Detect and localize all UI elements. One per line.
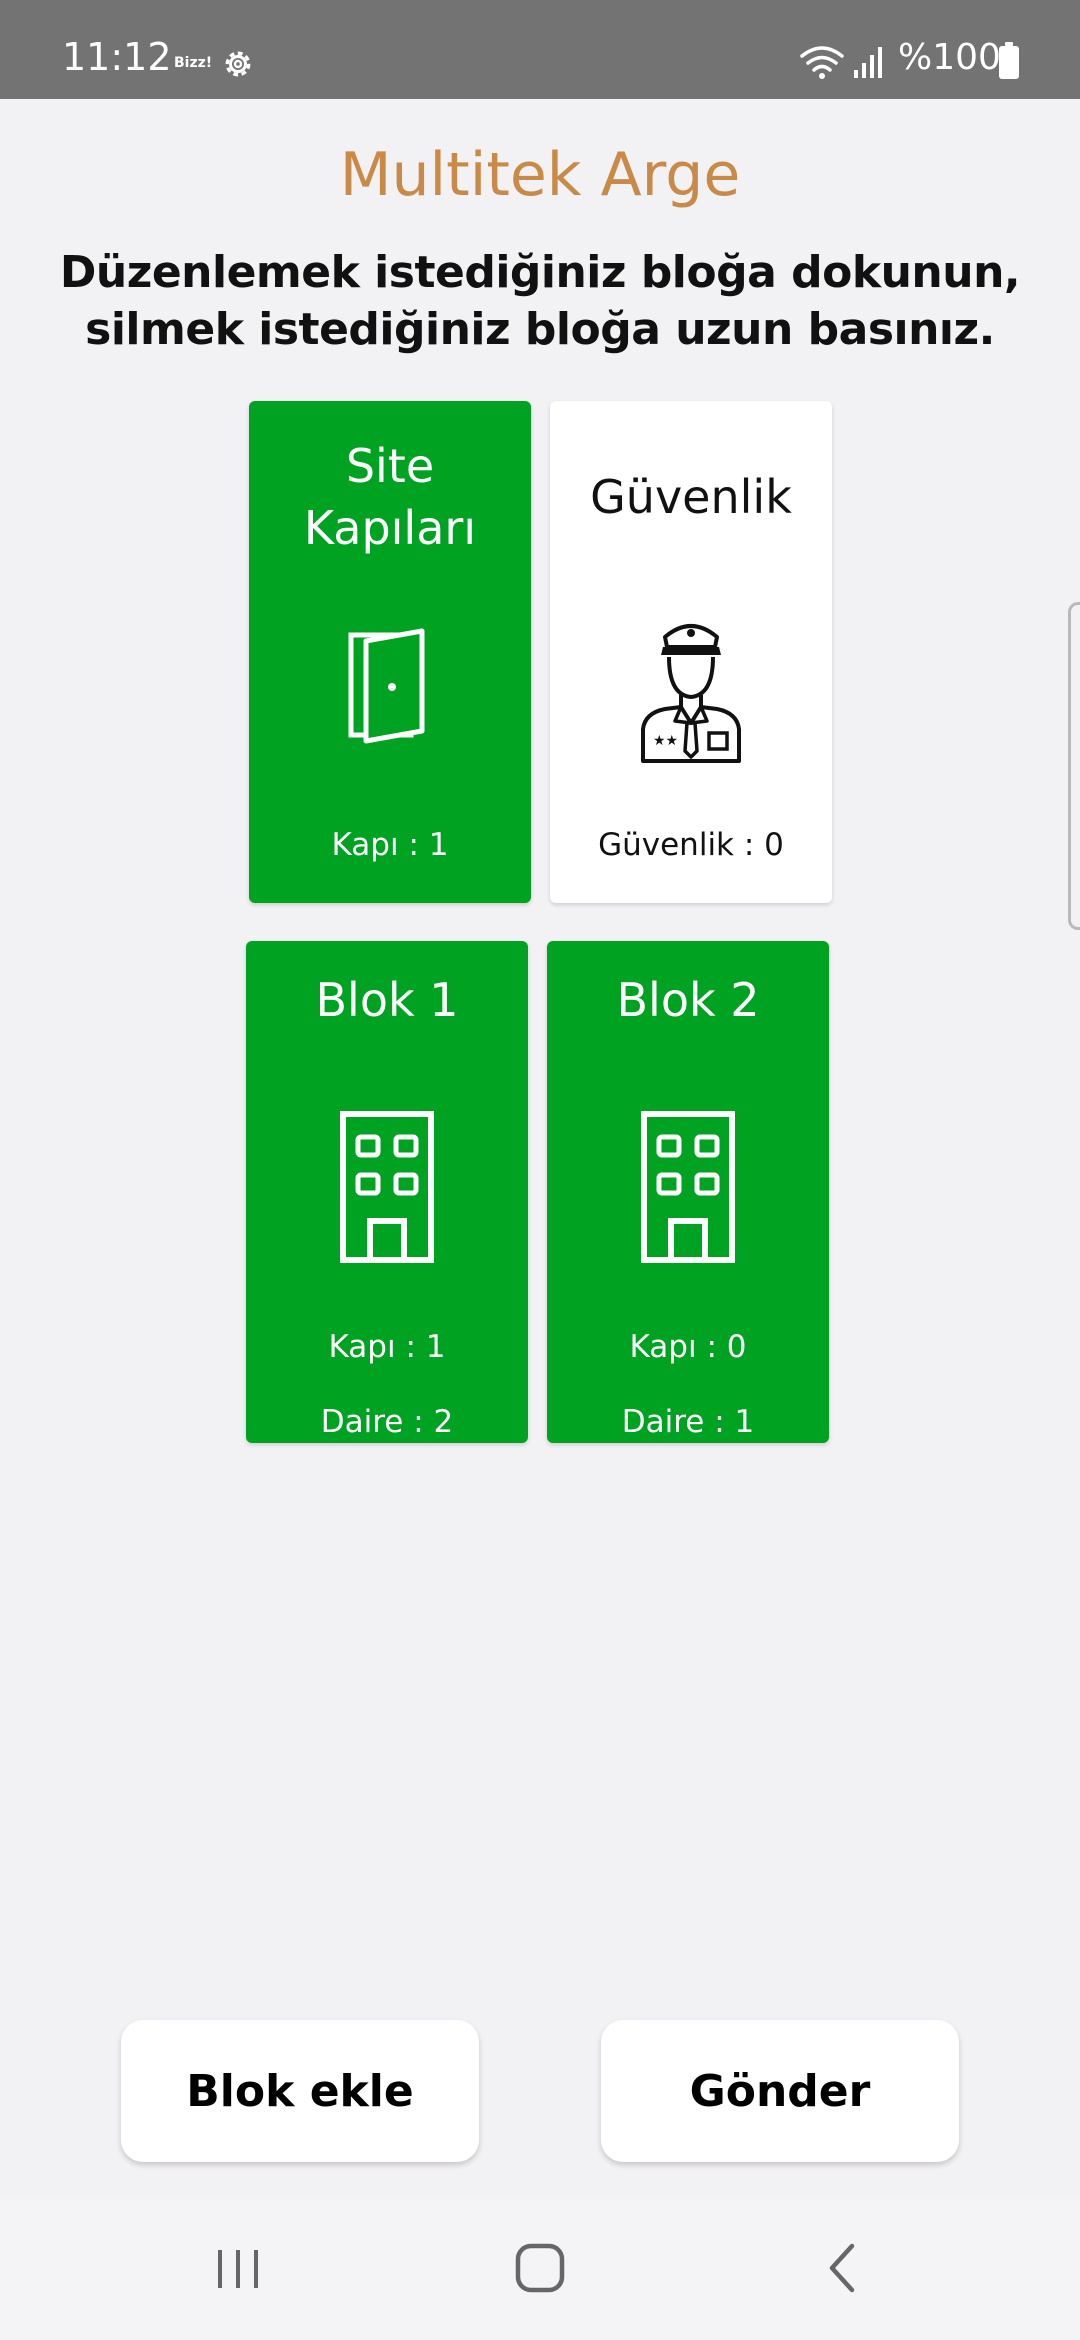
gear-icon	[225, 51, 251, 77]
card-title: Blok 1	[315, 973, 459, 1027]
building-icon	[641, 1111, 735, 1263]
battery-percentage: %100	[898, 37, 1001, 78]
card-title: Güvenlik	[590, 470, 792, 524]
card-title-line1: Site	[345, 439, 435, 493]
site-gates-card[interactable]: Site Kapıları Kapı : 1	[249, 401, 531, 903]
add-block-button[interactable]: Blok ekle	[121, 2020, 479, 2162]
send-button[interactable]: Gönder	[601, 2020, 959, 2162]
edge-panel-handle[interactable]	[1068, 602, 1080, 930]
block-1-card[interactable]: Blok 1 Kapı : 1 Daire : 2	[246, 941, 528, 1443]
back-icon[interactable]	[802, 2232, 882, 2304]
recents-icon[interactable]	[198, 2232, 278, 2304]
card-stat: Güvenlik : 0	[598, 827, 784, 863]
navigation-bar	[0, 2196, 1080, 2340]
block-2-card[interactable]: Blok 2 Kapı : 0 Daire : 1	[547, 941, 829, 1443]
status-time: 11:12	[62, 35, 172, 79]
door-icon	[348, 628, 425, 744]
home-icon[interactable]	[500, 2232, 580, 2304]
signal-icon	[854, 47, 882, 78]
card-title-line2: Kapıları	[303, 501, 477, 555]
card-stat-flats: Daire : 1	[621, 1404, 755, 1440]
svg-text:★★: ★★	[653, 733, 678, 749]
wifi-icon	[800, 46, 844, 79]
battery-icon	[999, 42, 1019, 79]
card-stat: Kapı : 1	[331, 827, 449, 863]
status-app-tag: Bizz!	[174, 55, 213, 71]
card-title: Blok 2	[616, 973, 760, 1027]
card-stat-flats: Daire : 2	[320, 1404, 454, 1440]
card-stat-doors: Kapı : 1	[328, 1329, 446, 1365]
security-guard-icon: ★★	[641, 624, 741, 763]
app-title: Multitek Arge	[339, 140, 741, 210]
status-bar: 11:12 Bizz! %100	[0, 0, 1080, 99]
security-card[interactable]: Güvenlik ★★ Güvenlik : 0	[550, 401, 832, 903]
instruction-text: Düzenlemek istediğiniz bloğa dokunun, si…	[59, 247, 1021, 355]
building-icon	[340, 1111, 434, 1263]
card-stat-doors: Kapı : 0	[629, 1329, 747, 1365]
